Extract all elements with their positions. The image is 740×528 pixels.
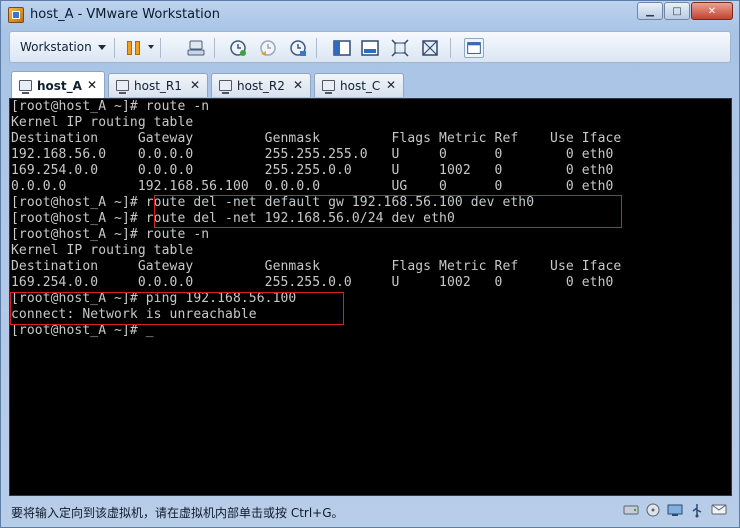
minimize-button[interactable]: ▁ [637,2,663,20]
toolbar: Workstation [9,31,731,63]
minimize-icon: ▁ [646,5,654,17]
vm-icon [219,80,232,94]
terminal-line: Kernel IP routing table [11,243,194,258]
usb-icon[interactable] [688,502,706,518]
terminal-line: [root@host_A ~]# _ [11,323,154,338]
close-icon[interactable]: ✕ [293,78,303,92]
vm-console[interactable]: [root@host_A ~]# route -n Kernel IP routi… [9,98,732,496]
tab-host-a[interactable]: host_A ✕ [11,71,105,98]
terminal-line: [root@host_A ~]# route -n [11,227,210,242]
toolbar-divider [214,38,215,58]
toolbar-divider [114,38,115,58]
console-view-icon[interactable] [360,38,380,58]
maximize-icon: □ [672,5,682,17]
sidebar-icon[interactable] [332,38,352,58]
message-icon[interactable] [710,502,728,518]
status-message: 要将输入定向到该虚拟机，请在虚拟机内部单击或按 Ctrl+G。 [11,506,344,520]
snapshot-manager-icon[interactable] [288,38,308,58]
terminal-line: Destination Gateway Genmask Flags Metric… [11,131,622,146]
toolbar-divider [316,38,317,58]
ping-highlight [10,292,344,325]
terminal-line: 169.254.0.0 0.0.0.0 255.255.0.0 U 1002 0… [11,275,614,290]
cd-drive-icon[interactable] [644,502,662,518]
terminal-line: [root@host_A ~]# route -n [11,99,210,114]
terminal-line: 0.0.0.0 192.168.56.100 0.0.0.0 UG 0 0 0 … [11,179,614,194]
terminal-line: 169.254.0.0 0.0.0.0 255.255.0.0 U 1002 0… [11,163,614,178]
hard-disk-icon[interactable] [622,502,640,518]
revert-snapshot-icon[interactable] [258,38,278,58]
device-tray [618,502,728,518]
snapshot-icon[interactable] [228,38,248,58]
toolbar-divider [450,38,451,58]
network-adapter-icon[interactable] [666,502,684,518]
chevron-down-icon[interactable] [148,45,154,49]
vm-tab-bar: host_A ✕ host_R1 ✕ host_R2 ✕ host_C ✕ [9,71,731,98]
window-controls: ▁ □ ✕ [636,2,733,20]
tab-host-c[interactable]: host_C ✕ [314,73,404,97]
close-icon[interactable]: ✕ [386,78,396,92]
fullscreen-icon[interactable] [390,38,410,58]
maximize-button[interactable]: □ [664,2,690,20]
window-title: host_A - VMware Workstation [30,7,220,22]
tab-label: host_R1 [134,79,182,93]
close-icon[interactable]: ✕ [190,78,200,92]
tab-host-r2[interactable]: host_R2 ✕ [211,73,311,97]
vmware-window: host_A - VMware Workstation ▁ □ ✕ Workst… [0,0,740,528]
vm-icon [322,80,335,94]
close-icon[interactable]: ✕ [87,78,97,92]
library-icon[interactable] [464,38,484,58]
vm-icon [19,80,32,94]
route-del-highlight [154,195,622,228]
terminal-line: 192.168.56.0 0.0.0.0 255.255.255.0 U 0 0… [11,147,614,162]
vm-icon [116,80,129,94]
send-keys-icon[interactable] [186,38,206,58]
close-icon: ✕ [707,5,717,17]
status-bar: 要将输入定向到该虚拟机，请在虚拟机内部单击或按 Ctrl+G。 [9,499,732,523]
tab-label: host_C [340,79,381,93]
chevron-down-icon[interactable] [98,45,106,50]
terminal-line: Kernel IP routing table [11,115,194,130]
tab-label: host_A [37,79,82,93]
tab-host-r1[interactable]: host_R1 ✕ [108,73,208,97]
toolbar-divider [160,38,161,58]
vmware-app-icon [8,7,24,23]
tab-label: host_R2 [237,79,285,93]
unity-icon[interactable] [420,38,440,58]
pause-icon[interactable] [124,38,144,58]
workstation-menu[interactable]: Workstation [20,40,92,54]
close-button[interactable]: ✕ [691,2,733,20]
terminal-line: Destination Gateway Genmask Flags Metric… [11,259,622,274]
title-bar[interactable]: host_A - VMware Workstation ▁ □ ✕ [1,1,739,29]
